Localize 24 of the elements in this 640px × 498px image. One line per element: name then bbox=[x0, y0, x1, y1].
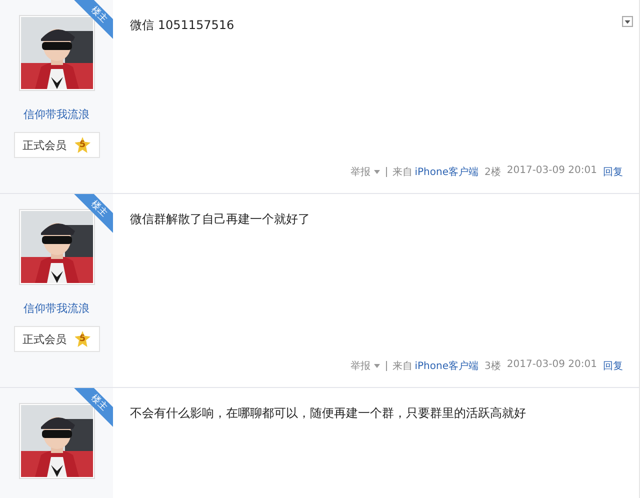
floor-number: 2楼 bbox=[484, 166, 501, 179]
post-time: 2017-03-09 20:01 bbox=[506, 165, 597, 178]
source-prefix: 来自 bbox=[392, 360, 413, 373]
username-link[interactable]: 信仰带我流浪 bbox=[24, 301, 90, 316]
caret-icon[interactable] bbox=[374, 364, 380, 368]
source-link[interactable]: iPhone客户端 bbox=[414, 165, 478, 179]
level-star-badge: 5 bbox=[74, 137, 90, 153]
username-link[interactable]: 信仰带我流浪 bbox=[24, 107, 90, 122]
post-time: 2017-03-09 20:01 bbox=[506, 359, 597, 372]
report-link[interactable]: 举报 bbox=[350, 165, 371, 179]
source-prefix: 来自 bbox=[392, 166, 413, 179]
reply-link[interactable]: 回复 bbox=[603, 165, 623, 179]
post-text: 微信群解散了自己再建一个就好了 bbox=[130, 211, 311, 228]
report-link[interactable]: 举报 bbox=[350, 359, 371, 373]
post-text: 微信 1051157516 bbox=[130, 17, 236, 34]
level-star-badge: 5 bbox=[74, 331, 90, 347]
dropdown-icon[interactable] bbox=[622, 16, 633, 27]
post-text: 不会有什么影响，在哪聊都可以，随便再建一个群，只要群里的活跃高就好 bbox=[130, 405, 527, 422]
source-link[interactable]: iPhone客户端 bbox=[414, 359, 478, 373]
rank-label: 正式会员 bbox=[22, 138, 66, 152]
floor-number: 3楼 bbox=[484, 360, 501, 373]
rank-label: 正式会员 bbox=[22, 332, 66, 346]
reply-link[interactable]: 回复 bbox=[603, 359, 623, 373]
caret-icon[interactable] bbox=[374, 170, 380, 174]
